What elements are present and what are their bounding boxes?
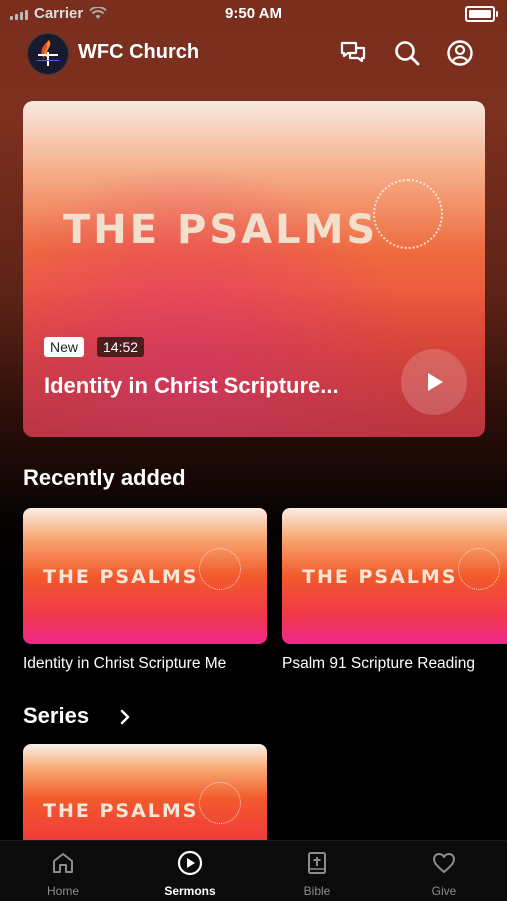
featured-sermon-title: Identity in Christ Scripture... <box>44 373 339 398</box>
tab-give[interactable]: Give <box>381 841 507 901</box>
tab-home-label: Home <box>46 884 79 898</box>
play-icon <box>428 373 443 391</box>
heart-icon <box>433 853 455 873</box>
artwork-circle-emblem <box>199 782 241 824</box>
search-icon[interactable] <box>392 38 422 68</box>
sermon-card-1-title[interactable]: Identity in Christ Scripture Me <box>23 655 267 673</box>
tab-sermons-label: Sermons <box>164 884 216 898</box>
bottom-tab-bar: Home Sermons Bible Give <box>0 840 507 901</box>
artwork-title: THE PSALMS <box>43 800 199 822</box>
church-logo[interactable] <box>27 33 69 75</box>
app-header: WFC Church <box>0 30 507 76</box>
artwork-title: THE PSALMS <box>63 207 379 253</box>
status-bar: Carrier 9:50 AM <box>0 0 507 28</box>
tab-sermons[interactable]: Sermons <box>127 841 253 901</box>
sermon-card-1[interactable]: THE PSALMS <box>23 508 267 644</box>
home-icon <box>53 853 73 873</box>
featured-sermon-card[interactable]: THE PSALMS New 14:52 Identity in Christ … <box>23 101 485 437</box>
chat-icon[interactable] <box>338 38 368 68</box>
artwork-title: THE PSALMS <box>302 566 458 588</box>
sermon-card-2[interactable]: THE PSALMS <box>282 508 507 644</box>
chevron-right-icon[interactable] <box>118 708 132 726</box>
bible-icon <box>308 852 326 874</box>
sermon-card-2-title[interactable]: Psalm 91 Scripture Reading <box>282 655 507 673</box>
artwork-circle-emblem <box>199 548 241 590</box>
series-heading[interactable]: Series <box>23 703 89 729</box>
tab-home[interactable]: Home <box>0 841 126 901</box>
flame-cross-icon <box>37 40 59 66</box>
duration-badge: 14:52 <box>97 337 145 357</box>
tab-bible[interactable]: Bible <box>254 841 380 901</box>
tab-give-label: Give <box>431 884 457 898</box>
series-card-1[interactable]: THE PSALMS <box>23 744 267 844</box>
profile-icon[interactable] <box>445 38 475 68</box>
artwork-circle-emblem <box>458 548 500 590</box>
play-button[interactable] <box>401 349 467 415</box>
recently-added-heading: Recently added <box>23 465 186 490</box>
battery-icon <box>465 6 498 22</box>
new-badge: New <box>44 337 85 357</box>
app-title: WFC Church <box>78 41 200 63</box>
artwork-title: THE PSALMS <box>43 566 199 588</box>
play-circle-icon <box>177 850 203 876</box>
artwork-circle-emblem <box>373 179 443 249</box>
status-time: 9:50 AM <box>225 5 282 22</box>
tab-bible-label: Bible <box>303 884 331 898</box>
